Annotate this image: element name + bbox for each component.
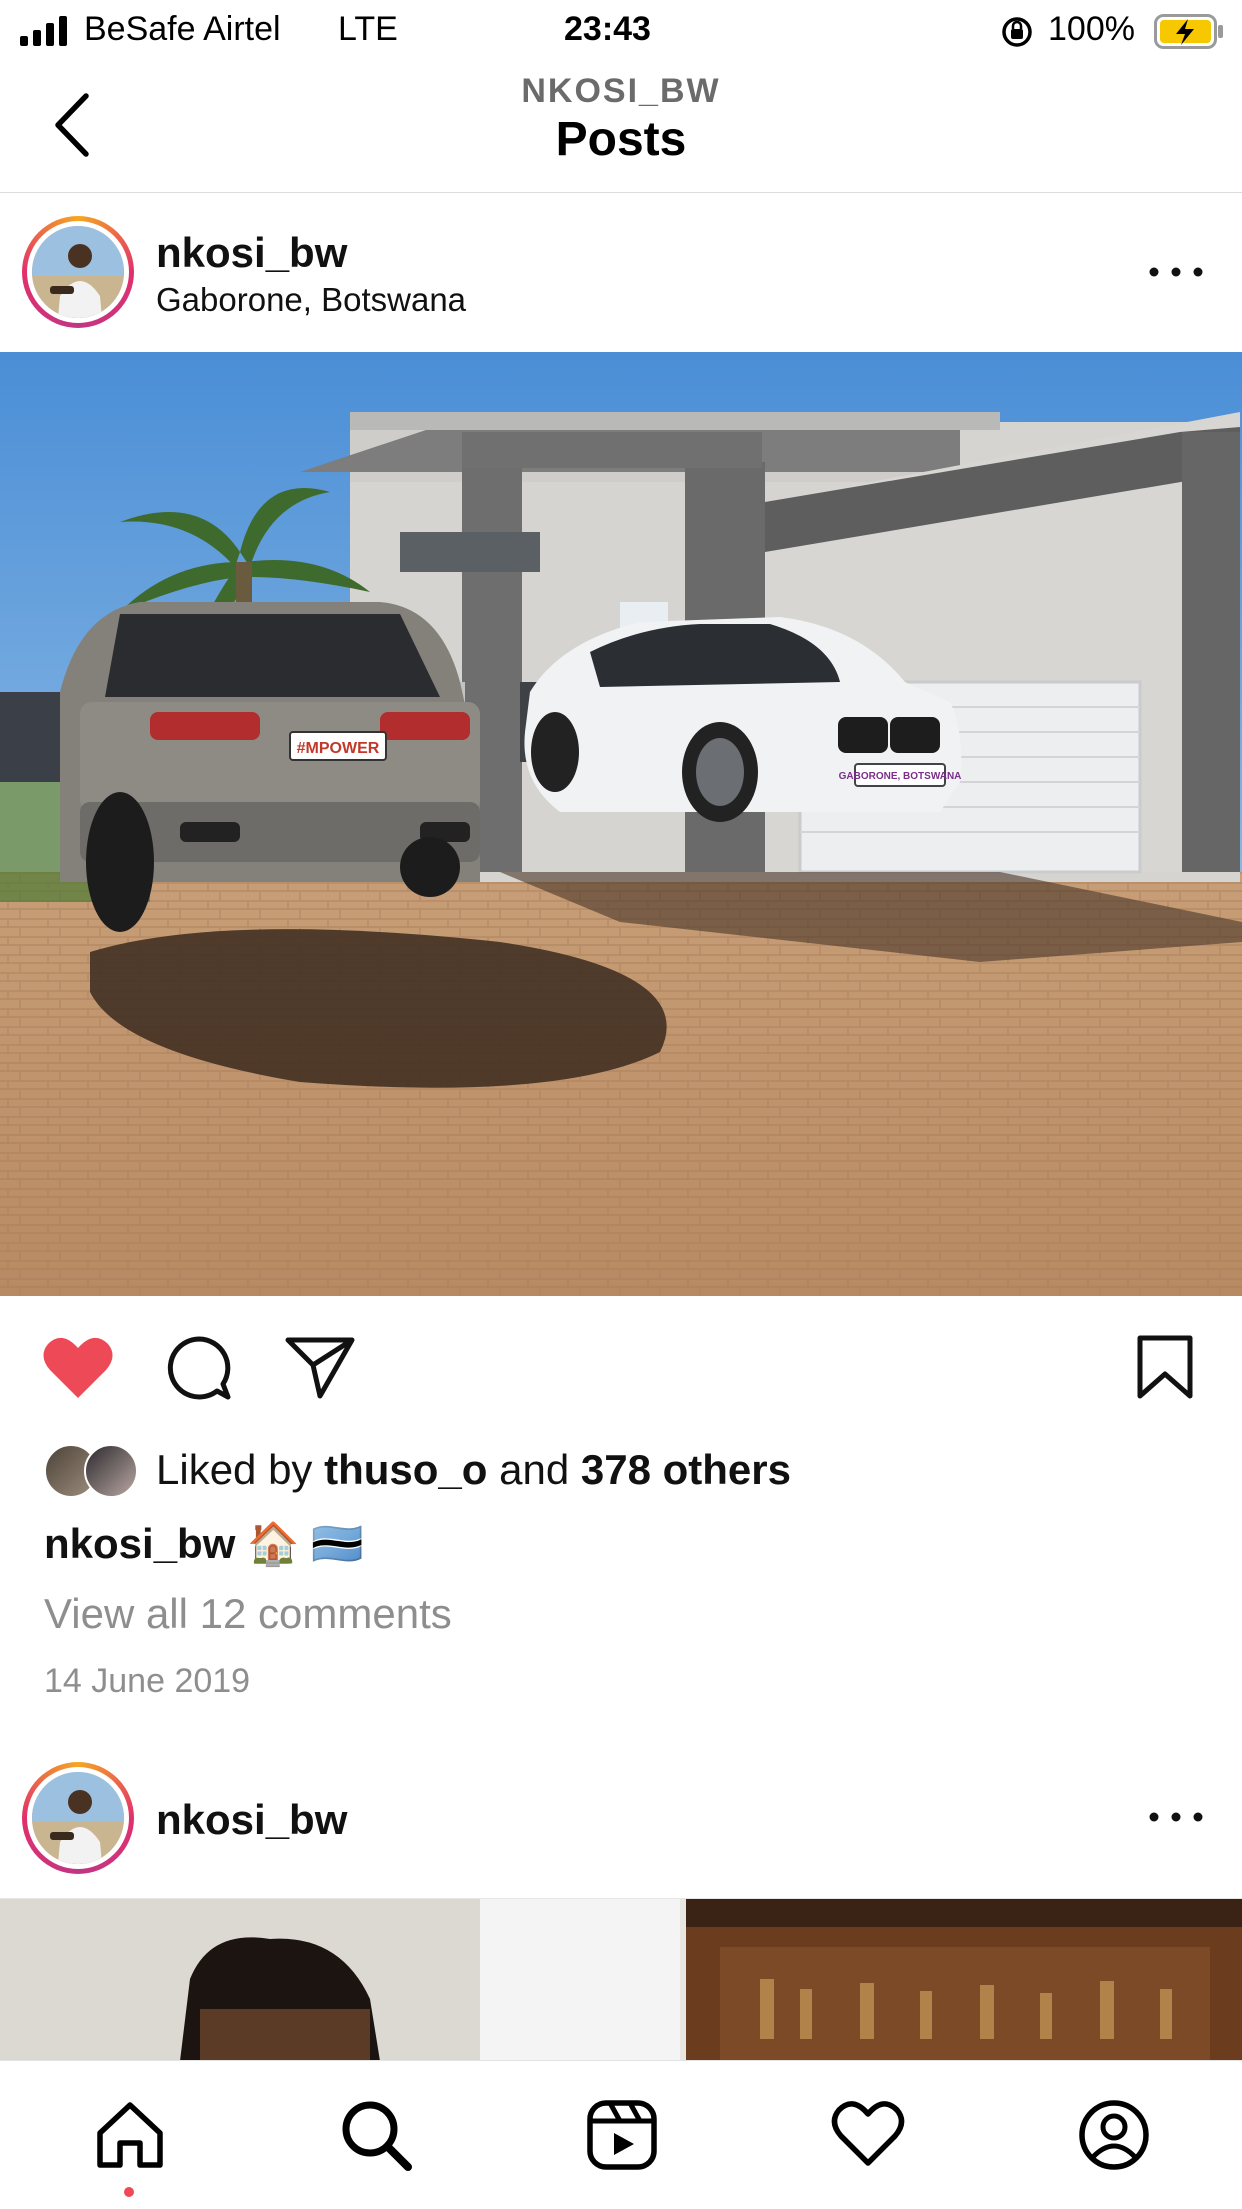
home-icon[interactable] — [92, 2097, 168, 2173]
bookmark-icon[interactable] — [1134, 1334, 1196, 1400]
front-license-plate-text: GABORONE, BOTSWANA — [839, 771, 962, 782]
likes-count[interactable]: 378 others — [581, 1446, 791, 1493]
avatar[interactable] — [22, 1762, 134, 1874]
post-username[interactable]: nkosi_bw — [156, 229, 347, 277]
status-bar: BeSafe Airtel LTE 23:43 100% — [0, 0, 1242, 62]
rear-license-plate-text: #MPOWER — [297, 740, 380, 757]
paper-plane-icon[interactable] — [284, 1334, 356, 1400]
profile-icon[interactable] — [1076, 2097, 1152, 2173]
liked-by-avatars[interactable] — [44, 1444, 144, 1498]
clock: 23:43 — [564, 10, 651, 48]
reels-icon[interactable] — [584, 2097, 660, 2173]
post-header: nkosi_bw — [0, 1740, 1242, 1898]
post-location[interactable]: Gaborone, Botswana — [156, 281, 466, 319]
battery-percent: 100% — [1048, 10, 1135, 48]
search-icon[interactable] — [338, 2097, 414, 2173]
post-photo[interactable]: #MPOWER GABORONE, BOTSWANA — [0, 352, 1242, 1296]
likes-middle: and — [499, 1446, 570, 1493]
more-horizontal-icon[interactable] — [1146, 257, 1206, 287]
post-caption: nkosi_bw 🏠 🇧🇼 — [44, 1520, 363, 1569]
post-header: nkosi_bw Gaborone, Botswana — [0, 193, 1242, 351]
likes-prefix: Liked by — [156, 1446, 313, 1493]
avatar[interactable] — [22, 216, 134, 328]
battery-charging-icon — [1154, 14, 1223, 49]
carrier-name: BeSafe Airtel — [84, 10, 281, 48]
rotation-lock-icon — [1002, 17, 1032, 47]
caption-emoji-flag: 🇧🇼 — [311, 1520, 364, 1567]
heart-icon[interactable] — [830, 2099, 906, 2169]
liked-by-user[interactable]: thuso_o — [324, 1446, 487, 1493]
heart-filled-icon[interactable] — [40, 1334, 116, 1402]
signal-bars-icon — [20, 16, 67, 46]
network-type: LTE — [338, 10, 398, 48]
post-date: 14 June 2019 — [44, 1662, 251, 1700]
post-username[interactable]: nkosi_bw — [156, 1796, 347, 1844]
caption-emoji-house: 🏠 — [247, 1520, 300, 1567]
navigation-header: NKOSI_BW Posts — [0, 62, 1242, 193]
bottom-tab-bar — [0, 2060, 1242, 2209]
comment-bubble-icon[interactable] — [164, 1334, 234, 1404]
post-photo[interactable] — [0, 1898, 1242, 2061]
more-horizontal-icon[interactable] — [1146, 1802, 1206, 1832]
likes-summary[interactable]: Liked by thuso_o and 378 others — [156, 1446, 791, 1494]
caption-username[interactable]: nkosi_bw — [44, 1520, 235, 1567]
profile-username-subtitle: NKOSI_BW — [521, 72, 721, 110]
notification-dot — [124, 2187, 134, 2197]
page-title: Posts — [555, 113, 687, 166]
view-comments-link[interactable]: View all 12 comments — [44, 1590, 452, 1638]
